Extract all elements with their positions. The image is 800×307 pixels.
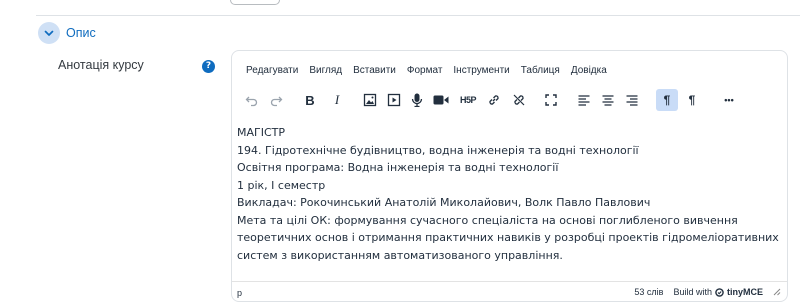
menu-help[interactable]: Довідка	[571, 65, 607, 76]
undo-icon[interactable]	[241, 89, 263, 111]
question-circle-icon[interactable]: ?	[202, 60, 215, 73]
italic-icon[interactable]: I	[326, 89, 348, 111]
align-center-icon[interactable]	[597, 89, 619, 111]
rtl-icon[interactable]: ¶	[681, 89, 703, 111]
build-with-text: Build with	[673, 287, 712, 297]
image-icon[interactable]	[359, 89, 381, 111]
branding[interactable]: Build with tinyMCE	[673, 287, 763, 297]
editor-statusbar: p 53 слів Build with tinyMCE	[232, 281, 787, 301]
top-button[interactable]	[230, 0, 280, 5]
menu-view[interactable]: Вигляд	[309, 65, 342, 76]
menu-edit[interactable]: Редагувати	[246, 65, 298, 76]
bold-icon[interactable]: B	[299, 89, 321, 111]
editor-content[interactable]: МАГІСТР 194. Гідротехнічне будівництво, …	[237, 124, 782, 264]
field-label: Анотація курсу	[58, 58, 144, 72]
media-icon[interactable]	[383, 89, 405, 111]
h5p-icon[interactable]: H5P	[457, 89, 479, 111]
rich-text-editor: Редагувати Вигляд Вставити Формат Інстру…	[231, 50, 788, 302]
section-title: Опис	[66, 26, 96, 40]
unlink-icon[interactable]	[508, 89, 530, 111]
link-icon[interactable]	[483, 89, 505, 111]
content-paragraph: Викладач: Рокочинський Анатолій Миколайо…	[237, 196, 651, 209]
content-paragraph: Мета та цілі ОК: формування сучасного сп…	[237, 213, 779, 262]
divider	[36, 15, 800, 16]
tinymce-brand: tinyMCE	[727, 287, 763, 297]
word-count[interactable]: 53 слів	[634, 287, 663, 297]
menu-format[interactable]: Формат	[407, 65, 443, 76]
content-paragraph: Освітня програма: Водна інженерія та вод…	[237, 161, 559, 174]
record-audio-icon[interactable]	[406, 89, 428, 111]
editor-toolbar: B I H5P ¶ ¶ •••	[232, 89, 787, 111]
resize-handle-icon[interactable]	[773, 288, 781, 296]
element-path[interactable]: p	[237, 288, 242, 298]
section-toggle[interactable]: Опис	[38, 22, 96, 44]
menu-insert[interactable]: Вставити	[353, 65, 396, 76]
record-video-icon[interactable]	[430, 89, 452, 111]
align-left-icon[interactable]	[573, 89, 595, 111]
fullscreen-icon[interactable]	[540, 89, 562, 111]
content-paragraph: 194. Гідротехнічне будівництво, водна ін…	[237, 143, 639, 157]
more-icon[interactable]: •••	[718, 89, 740, 111]
align-right-icon[interactable]	[621, 89, 643, 111]
redo-icon[interactable]	[265, 89, 287, 111]
editor-menubar: Редагувати Вигляд Вставити Формат Інстру…	[246, 65, 607, 76]
menu-tools[interactable]: Інструменти	[453, 65, 509, 76]
tinymce-logo-icon	[715, 287, 724, 297]
ltr-icon[interactable]: ¶	[656, 89, 678, 111]
chevron-down-icon	[38, 22, 60, 44]
content-paragraph: 1 рік, І семестр	[237, 178, 326, 192]
menu-table[interactable]: Таблиця	[521, 65, 560, 76]
content-paragraph: МАГІСТР	[237, 126, 286, 139]
